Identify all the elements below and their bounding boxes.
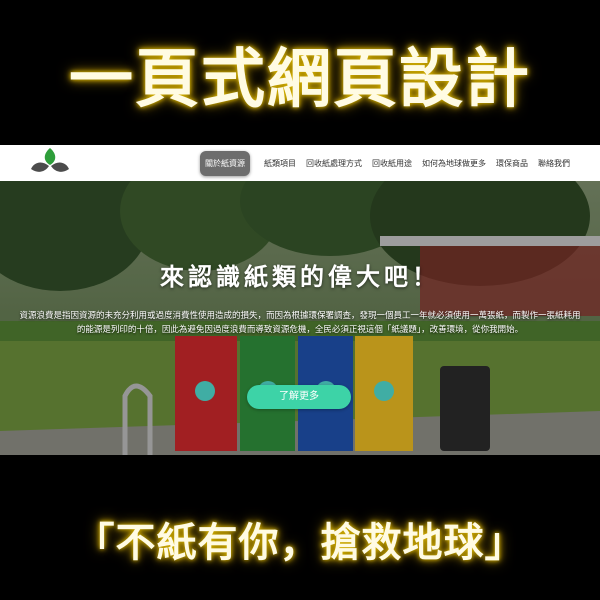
slogan: 「不紙有你，搶救地球」	[74, 520, 526, 566]
nav-item-about-paper[interactable]: 關於紙資源	[200, 150, 250, 176]
nav-item-eco-products[interactable]: 環保商品	[496, 158, 528, 169]
website-screenshot: 關於紙資源 紙類項目 回收紙處理方式 回收紙用途 如何為地球做更多 環保商品 聯…	[0, 145, 600, 455]
hero-section: 來認識紙類的偉大吧！ 資源浪費是指因資源的未充分利用或過度消費性使用造成的損失，…	[0, 181, 600, 455]
hero-title: 來認識紙類的偉大吧！	[160, 263, 440, 291]
nav-item-do-more[interactable]: 如何為地球做更多	[422, 158, 486, 169]
learn-more-button[interactable]: 了解更多	[247, 385, 351, 409]
navbar: 關於紙資源 紙類項目 回收紙處理方式 回收紙用途 如何為地球做更多 環保商品 聯…	[0, 145, 600, 182]
nav-item-paper-types[interactable]: 紙類項目	[264, 158, 296, 169]
banner-title: 一頁式網頁設計	[69, 43, 531, 117]
hero-description: 資源浪費是指因資源的未充分利用或過度消費性使用造成的損失，而因為根據環保署調查，…	[19, 311, 581, 335]
nav-menu: 關於紙資源 紙類項目 回收紙處理方式 回收紙用途 如何為地球做更多 環保商品 聯…	[200, 145, 570, 181]
nav-item-contact[interactable]: 聯絡我們	[538, 158, 570, 169]
nav-item-recycling-process[interactable]: 回收紙處理方式	[306, 158, 362, 169]
nav-item-recycled-uses[interactable]: 回收紙用途	[372, 158, 412, 169]
leaf-logo-icon[interactable]	[28, 146, 72, 180]
